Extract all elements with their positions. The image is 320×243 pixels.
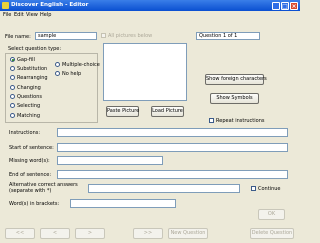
- radio-changing-label: Changing: [17, 85, 41, 91]
- next-question-button[interactable]: >: [75, 228, 105, 239]
- end-of-sentence-label: End of sentence:: [9, 172, 52, 178]
- all-pictures-label: All pictures below: [108, 33, 153, 39]
- show-symbols-button[interactable]: Show Symbols: [210, 93, 259, 104]
- radio-matching-label: Matching: [17, 113, 40, 119]
- alternative-answers-input[interactable]: [88, 184, 240, 193]
- file-name-label: File name:: [5, 34, 31, 40]
- alternative-answers-hint: (separate with *): [9, 188, 52, 194]
- question-counter: Question 1 of 1: [196, 32, 260, 40]
- minimize-button[interactable]: _: [272, 1, 280, 10]
- menu-edit[interactable]: Edit: [14, 11, 24, 19]
- radio-multiple-choice[interactable]: [55, 62, 60, 67]
- load-picture-button[interactable]: Load Picture: [151, 106, 184, 117]
- picture-box[interactable]: [103, 43, 187, 101]
- question-type-label: Select question type:: [8, 46, 62, 52]
- instructions-input[interactable]: [57, 128, 288, 137]
- start-of-sentence-label: Start of sentence:: [9, 145, 54, 151]
- all-pictures-checkbox: [101, 33, 106, 38]
- app-icon: [2, 2, 9, 9]
- radio-matching[interactable]: [10, 113, 15, 118]
- menu-help[interactable]: Help: [40, 11, 51, 19]
- maximize-button[interactable]: □: [281, 1, 289, 10]
- radio-no-help[interactable]: [55, 71, 60, 76]
- editor-window: Discover English - Editor _ □ × File Edi…: [0, 0, 300, 243]
- radio-rearranging-label: Rearranging: [17, 75, 48, 81]
- file-name-input[interactable]: sample: [35, 32, 97, 40]
- words-in-brackets-label: Word(s) in brackets:: [9, 201, 60, 207]
- menu-bar: File Edit View Help: [0, 11, 300, 19]
- missing-words-input[interactable]: [57, 156, 163, 165]
- radio-gap-fill-label: Gap-fill: [17, 57, 35, 63]
- previous-question-button[interactable]: <: [40, 228, 70, 239]
- words-in-brackets-input[interactable]: [70, 199, 176, 208]
- first-question-button[interactable]: <<: [5, 228, 35, 239]
- radio-selecting-label: Selecting: [17, 103, 41, 109]
- title-bar: Discover English - Editor _ □ ×: [0, 0, 300, 11]
- repeat-instructions-checkbox[interactable]: [209, 118, 214, 123]
- menu-view[interactable]: View: [26, 11, 38, 19]
- radio-substitution-label: Substitution: [17, 66, 48, 72]
- paste-picture-button[interactable]: Paste Picture: [106, 106, 139, 117]
- radio-substitution[interactable]: [10, 66, 15, 71]
- radio-selecting[interactable]: [10, 103, 15, 108]
- radio-no-help-label: No help: [62, 71, 82, 77]
- radio-gap-fill[interactable]: [10, 57, 15, 62]
- start-of-sentence-input[interactable]: [57, 143, 288, 152]
- repeat-instructions-label: Repeat instructions: [216, 118, 265, 124]
- delete-question-button[interactable]: Delete Question: [250, 228, 294, 239]
- window-title: Discover English - Editor: [11, 2, 89, 8]
- continue-label: Continue: [258, 186, 281, 192]
- close-button[interactable]: ×: [290, 1, 298, 10]
- end-of-sentence-input[interactable]: [57, 170, 288, 179]
- continue-checkbox[interactable]: [251, 186, 256, 191]
- new-question-button[interactable]: New Question: [168, 228, 208, 239]
- missing-words-label: Missing word(s):: [9, 158, 50, 164]
- radio-multiple-choice-label: Multiple-choice: [62, 62, 100, 68]
- show-foreign-characters-button[interactable]: Show foreign characters: [205, 74, 267, 85]
- menu-file[interactable]: File: [3, 11, 11, 19]
- radio-questions-label: Questions: [17, 94, 42, 100]
- last-question-button[interactable]: >>: [133, 228, 163, 239]
- radio-questions[interactable]: [10, 94, 15, 99]
- radio-changing[interactable]: [10, 85, 15, 90]
- radio-rearranging[interactable]: [10, 75, 15, 80]
- instructions-label: Instructions:: [9, 130, 41, 136]
- ok-button[interactable]: OK: [258, 209, 285, 220]
